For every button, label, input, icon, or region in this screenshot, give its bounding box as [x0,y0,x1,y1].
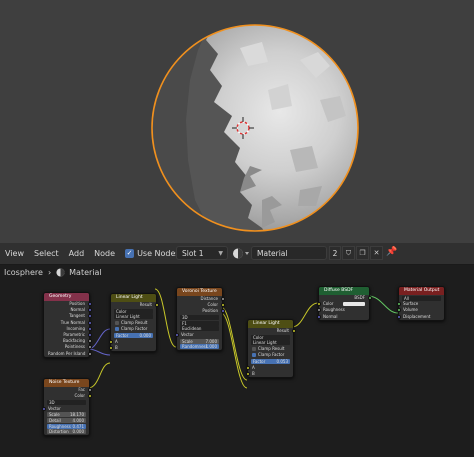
mix2-output-result[interactable]: Result [248,328,296,334]
use-nodes-label: Use Nodes [137,249,180,258]
checkbox-icon[interactable] [252,353,256,358]
node-header[interactable]: Linear Light [111,294,156,302]
pin-icon[interactable]: 📌 [386,247,397,257]
socket-icon[interactable] [87,320,92,325]
node-header[interactable]: Noise Texture [44,379,89,387]
noise-detail-field[interactable]: Detail 4.000 [47,417,86,423]
noise-scale-field[interactable]: Scale 18.170 [47,412,86,418]
noise-roughness-field[interactable]: Roughness 0.471 [47,423,86,429]
chevron-down-icon: ▼ [218,250,223,257]
socket-icon[interactable] [220,297,225,302]
material-name-field[interactable]: Material [251,246,327,260]
viewport-canvas[interactable] [0,0,474,243]
output-input-displacement[interactable]: Displacement [396,314,444,320]
socket-icon[interactable] [316,302,321,307]
menu-node[interactable]: Node [89,243,120,264]
menu-view[interactable]: View [0,243,29,264]
socket-icon[interactable] [87,326,92,331]
socket-icon[interactable] [316,308,321,313]
menu-select[interactable]: Select [29,243,64,264]
bsdf-input-normal[interactable]: Normal [316,314,369,320]
socket-icon[interactable] [87,308,92,313]
voronoi-randomness-field[interactable]: Randomness 1.000 [180,344,219,350]
mix1-factor-field[interactable]: Factor 0.000 [114,332,153,338]
fake-user-shield-icon[interactable]: ⛉ [342,246,355,260]
mix2-clamp-factor-checkbox[interactable]: Clamp Factor [248,352,293,358]
mix2-type-dropdown[interactable]: Color [251,334,290,340]
node-header[interactable]: Diffuse BSDF [319,287,369,295]
mix-linear-light-node-1[interactable]: Linear Light Result Color Linear Light C… [108,293,159,352]
material-name-text: Material [257,249,288,258]
icosphere-object[interactable] [150,20,359,240]
node-editor-header: View Select Add Node ✓ Use Nodes Slot 1 ▼ … [0,243,474,265]
socket-icon[interactable] [87,302,92,307]
mix2-factor-field[interactable]: Factor 0.053 [251,358,290,364]
use-nodes-toggle[interactable]: ✓ Use Nodes [120,243,185,264]
noise-output-color[interactable]: Color [44,393,92,399]
noise-texture-node[interactable]: Noise Texture Fac Color 3D Vector Scale 1… [41,378,92,436]
checkbox-icon[interactable] [115,320,119,325]
socket-icon[interactable] [396,314,401,319]
mix2-mode-dropdown[interactable]: Linear Light [251,340,290,346]
node-header[interactable]: Voronoi Texture [177,288,222,296]
noise-dimensions-dropdown[interactable]: 3D [47,399,86,405]
voronoi-dimensions-dropdown[interactable]: 3D [180,315,219,321]
socket-icon[interactable] [245,371,250,376]
menu-add[interactable]: Add [64,243,90,264]
geometry-node[interactable]: Geometry Position Normal Tangent True No… [43,292,92,358]
socket-icon[interactable] [87,339,92,344]
color-swatch[interactable] [343,302,365,307]
mix-linear-light-node-2[interactable]: Linear Light Result Color Linear Light C… [245,319,296,378]
mix1-input-b[interactable]: B [108,345,156,351]
socket-icon[interactable] [367,296,372,301]
material-output-node[interactable]: Material Output All Surface Volume Displ… [396,286,445,321]
geometry-output-random-per-island[interactable]: Random Per Island [44,351,92,357]
socket-icon[interactable] [108,339,113,344]
slot-label: Slot 1 [182,249,204,258]
socket-icon[interactable] [396,302,401,307]
voronoi-feature-dropdown[interactable]: F1 [180,320,219,326]
user-count-button[interactable]: 2 [329,246,341,260]
node-header[interactable]: Material Output [399,287,444,295]
voronoi-scale-field[interactable]: Scale 7.000 [180,338,219,344]
noise-input-vector[interactable]: Vector [41,406,89,412]
socket-icon[interactable] [41,406,46,411]
mix1-mode-dropdown[interactable]: Linear Light [114,314,153,320]
node-editor-canvas[interactable]: Icosphere › Material Geometry Position N… [0,265,474,457]
socket-icon[interactable] [154,303,159,308]
voronoi-input-vector[interactable]: Vector [174,332,222,338]
voronoi-metric-dropdown[interactable]: Euclidean [180,326,219,332]
mix2-input-b[interactable]: B [245,371,293,377]
slot-dropdown[interactable]: Slot 1 ▼ [176,246,228,260]
checkbox-icon[interactable] [252,346,256,351]
socket-icon[interactable] [174,333,179,338]
socket-icon[interactable] [108,345,113,350]
socket-icon[interactable] [291,329,296,334]
checkmark-icon: ✓ [125,249,135,258]
output-target-dropdown[interactable]: All [402,295,441,301]
material-browse-icon[interactable] [232,247,250,260]
3d-viewport[interactable] [0,0,474,243]
unlink-close-icon[interactable]: ✕ [370,246,383,260]
socket-icon[interactable] [87,351,92,356]
socket-icon[interactable] [245,365,250,370]
node-header[interactable]: Geometry [44,293,89,301]
socket-icon[interactable] [87,333,92,338]
checkbox-icon[interactable] [115,327,119,332]
mix1-clamp-factor-checkbox[interactable]: Clamp Factor [111,326,156,332]
node-header[interactable]: Linear Light [248,320,293,328]
socket-icon[interactable] [396,308,401,313]
socket-icon[interactable] [87,388,92,393]
noise-distortion-field[interactable]: Distortion 0.000 [47,429,86,435]
socket-icon[interactable] [316,314,321,319]
socket-icon[interactable] [220,303,225,308]
mix1-type-dropdown[interactable]: Color [114,308,153,314]
socket-icon[interactable] [87,394,92,399]
voronoi-texture-node[interactable]: Voronoi Texture Distance Color Position … [174,287,225,351]
duplicate-material-icon[interactable]: ❐ [356,246,369,260]
voronoi-output-position[interactable]: Position [177,308,225,314]
diffuse-bsdf-node[interactable]: Diffuse BSDF BSDF Color Roughness Normal [316,286,372,321]
mix1-output-result[interactable]: Result [111,302,159,308]
